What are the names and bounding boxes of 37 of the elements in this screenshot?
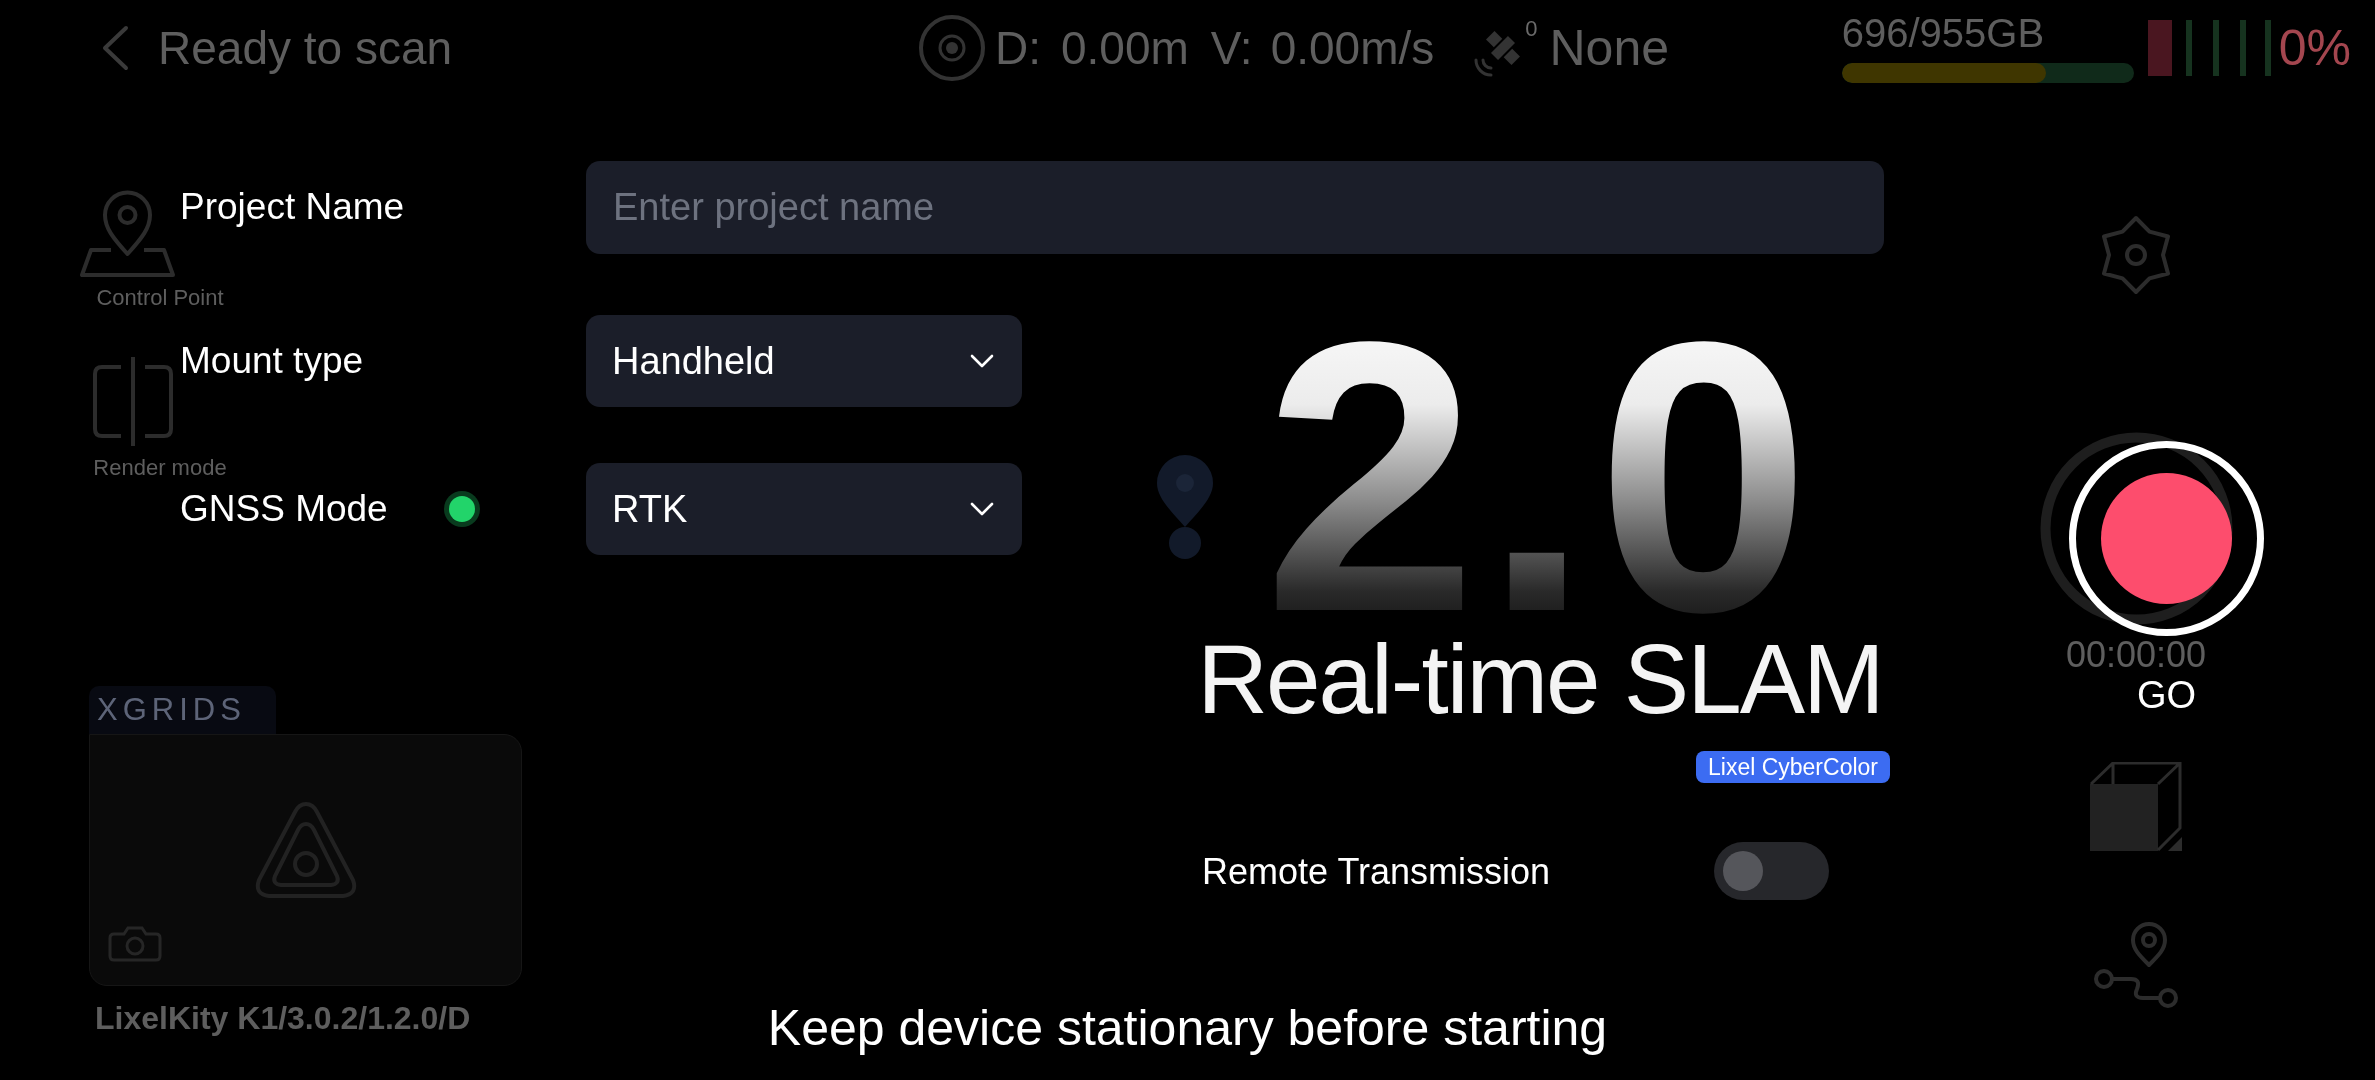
product-badge: Lixel CyberColor	[1696, 751, 1890, 784]
route-icon[interactable]	[2093, 919, 2179, 1008]
distance-label: D:	[995, 25, 1041, 71]
camera-switch-icon[interactable]	[108, 924, 162, 965]
battery-percent: 0%	[2278, 23, 2351, 73]
input-field[interactable]: Enter project name	[586, 161, 1884, 254]
distance-value: 0.00m	[1061, 25, 1189, 71]
battery-level-icon	[2147, 20, 2273, 76]
split-view-icon[interactable]	[91, 355, 175, 449]
ring-icon	[2039, 432, 2233, 625]
field-label: Mount type	[180, 339, 364, 383]
go-label: GO	[2136, 676, 2197, 714]
hint-text: Keep device stationary before starting	[767, 1001, 1608, 1056]
record-icon	[2101, 473, 2232, 604]
target-icon	[918, 14, 986, 82]
field-label: GNSS Mode	[180, 487, 388, 531]
remote-transmission-label: Remote Transmission	[1202, 850, 1551, 892]
speed-value: 0.00m/s	[1270, 25, 1435, 71]
storage-text: 696/955GB	[1841, 13, 2045, 53]
timer-text: 00:00:00	[2065, 637, 2207, 673]
chevron-down-icon	[970, 354, 994, 368]
map-pin-icon	[1155, 455, 1215, 560]
gnss-status: None	[1549, 23, 1670, 73]
cube-icon[interactable]	[2090, 762, 2182, 851]
dropdown[interactable]: Handheld	[586, 315, 1022, 407]
speed-label: V:	[1210, 25, 1253, 71]
field-label: Project Name	[180, 186, 405, 229]
map-pin-icon[interactable]	[78, 188, 176, 278]
dropdown[interactable]: RTK	[586, 463, 1022, 555]
satellite-count: 0	[1525, 18, 1538, 40]
chevron-down-icon	[970, 502, 994, 516]
tool-label: Control Point	[96, 286, 224, 311]
back-icon[interactable]	[100, 25, 130, 71]
device-card[interactable]	[89, 734, 522, 987]
device-info: LixelKity K1/3.0.2/1.2.0/D	[95, 1002, 471, 1035]
record-button[interactable]	[2069, 441, 2264, 636]
tool-label: Render mode	[93, 456, 227, 481]
